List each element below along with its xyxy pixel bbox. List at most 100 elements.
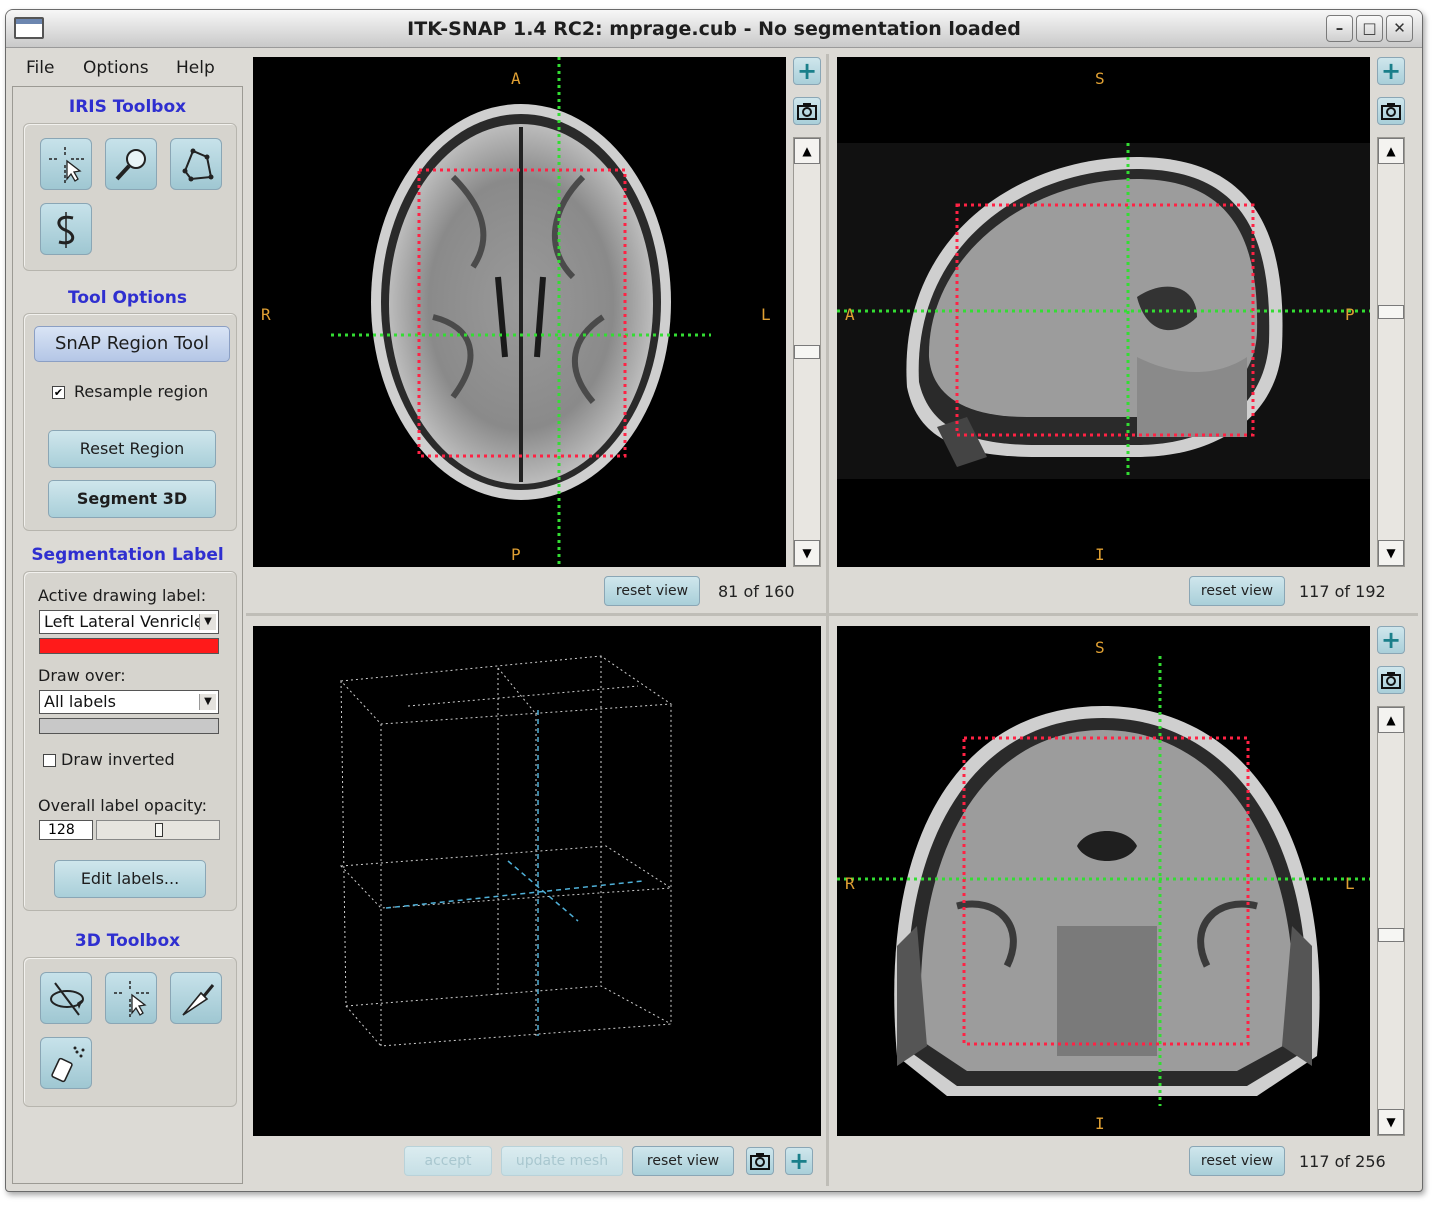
sagittal-reset-view-button[interactable]: reset view	[1189, 576, 1285, 606]
sagittal-view[interactable]: S I A P	[837, 57, 1370, 567]
active-label-caption: Active drawing label:	[38, 586, 207, 605]
iris-toolbox-group	[23, 123, 237, 271]
zoom-icon	[115, 149, 146, 181]
draw-over-select[interactable]: All labels ▼	[39, 690, 219, 714]
plus-icon: +	[1380, 57, 1402, 85]
window-title: ITK-SNAP 1.4 RC2: mprage.cub - No segmen…	[407, 18, 1021, 40]
rotate-icon	[50, 982, 84, 1016]
iris-toolbox-title: IRIS Toolbox	[68, 97, 187, 117]
axial-label-top: A	[511, 69, 521, 88]
axial-label-left: R	[261, 305, 271, 324]
minimize-button[interactable]: –	[1326, 15, 1353, 42]
axial-reset-view-button[interactable]: reset view	[604, 576, 700, 606]
coronal-slice-thumb[interactable]	[1378, 928, 1404, 943]
title-bar[interactable]: ITK-SNAP 1.4 RC2: mprage.cub - No segmen…	[6, 10, 1422, 48]
snake-icon	[57, 212, 75, 248]
coronal-zoom-button[interactable]: +	[1377, 626, 1405, 654]
axial-slice-scrollbar[interactable]: ▲ ▼	[793, 137, 821, 567]
axial-label-right: L	[761, 305, 771, 324]
axial-overlay	[331, 57, 711, 567]
horizontal-splitter[interactable]	[246, 613, 1418, 616]
plus-icon: +	[1380, 626, 1402, 654]
opacity-value-field[interactable]: 128	[39, 820, 93, 840]
maximize-button[interactable]: □	[1356, 15, 1383, 42]
active-label-select[interactable]: Left Lateral Venricle ▼	[39, 610, 219, 634]
spray-tool-button[interactable]	[40, 1037, 92, 1089]
scroll-down-arrow[interactable]: ▼	[794, 540, 820, 566]
active-label-color-swatch	[39, 638, 219, 654]
edit-labels-button[interactable]: Edit labels...	[54, 860, 206, 898]
axial-slice-thumb[interactable]	[794, 345, 820, 359]
camera-icon	[1381, 672, 1401, 689]
tool-options-title: Tool Options	[68, 288, 187, 308]
chevron-down-icon: ▼	[199, 614, 216, 630]
resample-region-checkbox[interactable]: ✔	[52, 386, 65, 399]
sagittal-slice-counter: 117 of 192	[1299, 582, 1386, 601]
axial-label-bottom: P	[511, 545, 521, 564]
coronal-label-right: L	[1345, 874, 1355, 893]
update-mesh-button[interactable]: update mesh	[501, 1146, 623, 1176]
axial-snapshot-button[interactable]	[793, 97, 821, 125]
segmentation-label-group: Active drawing label: Left Lateral Venri…	[23, 571, 237, 911]
rotate-tool-button[interactable]	[40, 972, 92, 1024]
axial-slice-counter: 81 of 160	[718, 582, 795, 601]
camera-icon	[1381, 103, 1401, 120]
coronal-label-top: S	[1095, 638, 1105, 657]
3d-reset-view-button[interactable]: reset view	[632, 1146, 734, 1176]
reset-region-button[interactable]: Reset Region	[48, 430, 216, 468]
crosshair-3d-tool-button[interactable]	[105, 972, 157, 1024]
scalpel-tool-button[interactable]	[170, 972, 222, 1024]
chevron-down-icon: ▼	[199, 694, 216, 710]
draw-over-caption: Draw over:	[38, 666, 126, 685]
axial-zoom-button[interactable]: +	[793, 57, 821, 85]
sagittal-slice-scrollbar[interactable]: ▲ ▼	[1377, 137, 1405, 567]
coronal-overlay	[837, 656, 1370, 1106]
3d-snapshot-button[interactable]	[746, 1147, 774, 1175]
close-button[interactable]: ✕	[1386, 15, 1413, 42]
resample-region-label: Resample region	[74, 382, 209, 401]
crosshair-icon	[49, 147, 85, 183]
coronal-view[interactable]: S I R L	[837, 626, 1370, 1136]
sagittal-label-left: A	[845, 305, 855, 324]
scroll-up-arrow[interactable]: ▲	[794, 138, 820, 164]
scroll-down-arrow[interactable]: ▼	[1378, 540, 1404, 566]
sagittal-snapshot-button[interactable]	[1377, 97, 1405, 125]
segment-3d-button[interactable]: Segment 3D	[48, 480, 216, 518]
snake-tool-button[interactable]	[40, 203, 92, 255]
vertical-splitter[interactable]	[826, 54, 829, 1186]
coronal-reset-view-button[interactable]: reset view	[1189, 1146, 1285, 1176]
polygon-icon	[182, 148, 214, 182]
draw-inverted-checkbox[interactable]	[43, 754, 56, 767]
coronal-slice-scrollbar[interactable]: ▲ ▼	[1377, 706, 1405, 1136]
segmentation-label-title: Segmentation Label	[31, 545, 224, 565]
camera-icon	[797, 103, 817, 120]
sagittal-zoom-button[interactable]: +	[1377, 57, 1405, 85]
snap-region-tool-button[interactable]: SnAP Region Tool	[34, 326, 230, 362]
sagittal-slice-thumb[interactable]	[1378, 305, 1404, 320]
scroll-up-arrow[interactable]: ▲	[1378, 707, 1404, 733]
menu-file[interactable]: File	[26, 58, 54, 78]
menu-options[interactable]: Options	[83, 58, 149, 78]
3d-wireframe	[339, 655, 673, 1047]
menu-bar: File Options Help	[12, 55, 242, 85]
sagittal-label-top: S	[1095, 69, 1105, 88]
zoom-tool-button[interactable]	[105, 138, 157, 190]
spray-icon	[51, 1046, 85, 1083]
polygon-tool-button[interactable]	[170, 138, 222, 190]
sagittal-overlay	[837, 143, 1370, 479]
3d-toolbox-title: 3D Toolbox	[74, 931, 181, 951]
coronal-snapshot-button[interactable]	[1377, 666, 1405, 694]
opacity-slider[interactable]	[96, 820, 220, 840]
scroll-down-arrow[interactable]: ▼	[1378, 1109, 1404, 1135]
crosshair-tool-button[interactable]	[40, 138, 92, 190]
scroll-up-arrow[interactable]: ▲	[1378, 138, 1404, 164]
3d-zoom-button[interactable]: +	[785, 1147, 813, 1175]
accept-button[interactable]: accept	[404, 1146, 492, 1176]
menu-help[interactable]: Help	[176, 58, 215, 78]
axial-view[interactable]: A P R L	[253, 57, 786, 567]
3d-toolbox-group	[23, 957, 237, 1107]
opacity-slider-thumb[interactable]	[155, 823, 163, 837]
app-window: ITK-SNAP 1.4 RC2: mprage.cub - No segmen…	[5, 9, 1423, 1192]
draw-over-value: All labels	[44, 692, 116, 711]
3d-view[interactable]	[253, 626, 821, 1136]
